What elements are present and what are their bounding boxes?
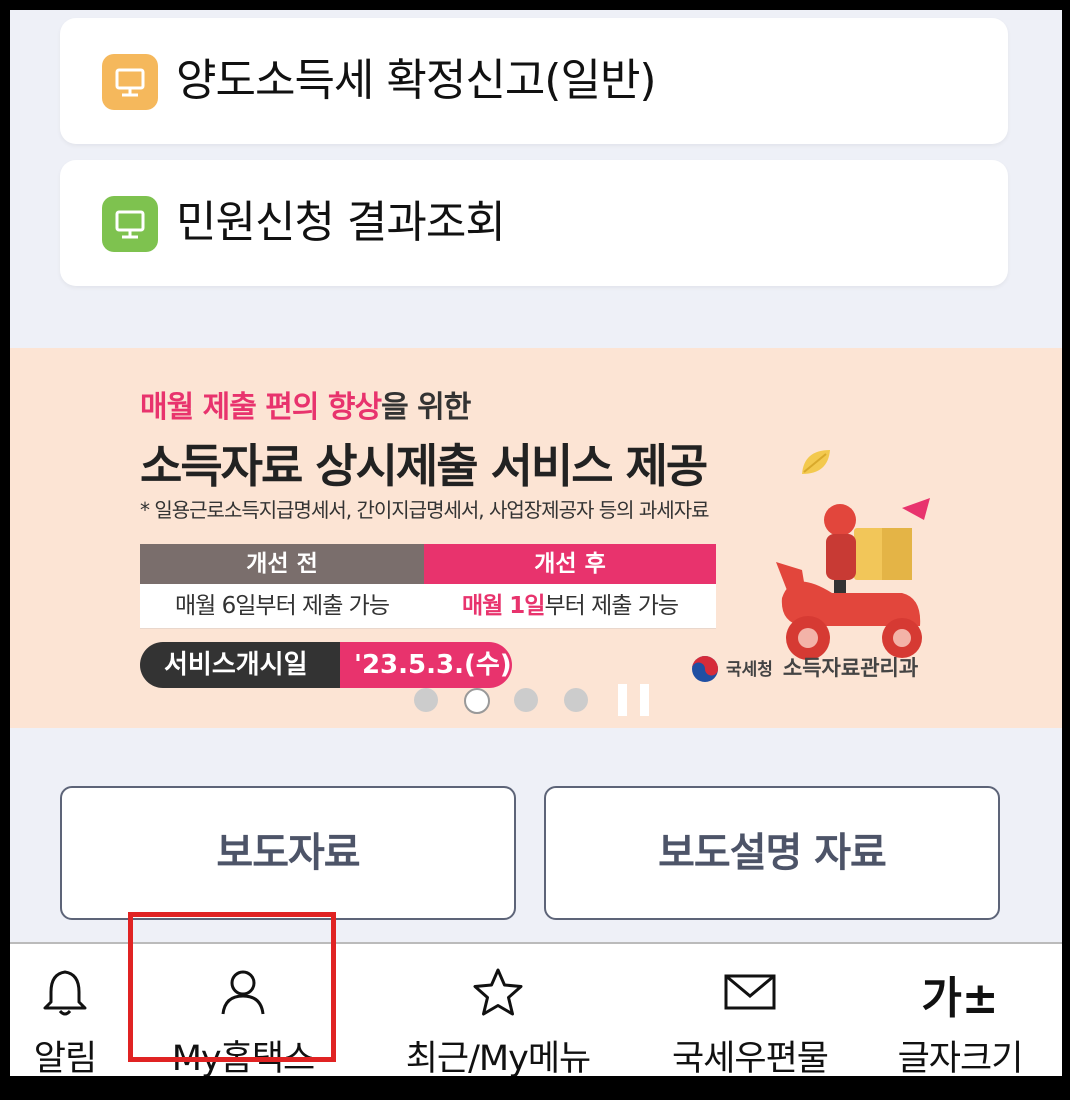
- carousel-dot-4[interactable]: [564, 688, 588, 712]
- banner-title: 소득자료 상시제출 서비스 제공: [140, 439, 708, 493]
- menu-item-label: 양도소득세 확정신고(일반): [176, 55, 657, 106]
- banner-subtitle: 매월 제출 편의 향상을 위한: [140, 390, 471, 425]
- pause-icon-bar: [640, 684, 649, 716]
- nav-label: 알림: [33, 1039, 97, 1076]
- banner-note: * 일용근로소득지급명세서, 간이지급명세서, 사업장제공자 등의 과세자료: [140, 498, 710, 522]
- carousel-dot-1[interactable]: [414, 688, 438, 712]
- carousel-dot-3[interactable]: [514, 688, 538, 712]
- pause-icon: [618, 684, 627, 716]
- nav-label: 국세우편물: [671, 1039, 829, 1076]
- carousel-dot-2[interactable]: [464, 688, 490, 714]
- promo-banner[interactable]: 매월 제출 편의 향상을 위한 소득자료 상시제출 서비스 제공 * 일용근로소…: [10, 348, 1062, 728]
- service-start-label: 서비스개시일: [140, 642, 350, 688]
- after-header: 개선 후: [424, 544, 716, 584]
- monitor-icon: [102, 54, 158, 110]
- envelope-icon: [724, 974, 776, 1010]
- menu-item-capital-gains-tax[interactable]: 양도소득세 확정신고(일반): [60, 18, 1008, 144]
- after-text: 매월 1일부터 제출 가능: [424, 584, 716, 629]
- nav-font-size[interactable]: 가± 글자크기: [890, 944, 1030, 1076]
- agency-logo: 국세청 소득자료관리과: [690, 648, 918, 688]
- bell-icon: [43, 970, 87, 1016]
- menu-item-civil-request-result[interactable]: 민원신청 결과조회: [60, 160, 1008, 286]
- press-explanation-button[interactable]: 보도설명 자료: [544, 786, 1000, 920]
- leaf-icon: [802, 450, 830, 474]
- star-icon: [473, 968, 523, 1016]
- delivery-scooter-illustration: [776, 498, 930, 660]
- nav-recent-my-menu[interactable]: 최근/My메뉴: [398, 944, 598, 1076]
- nav-label: 최근/My메뉴: [405, 1039, 592, 1076]
- nav-notifications[interactable]: 알림: [10, 944, 120, 1076]
- service-start-date: '23.5.3.(수): [340, 642, 512, 688]
- before-text: 매월 6일부터 제출 가능: [140, 584, 424, 629]
- monitor-icon: [102, 196, 158, 252]
- highlight-box: [128, 912, 336, 1062]
- taegeuk-emblem-icon: [692, 656, 718, 682]
- nav-tax-mail[interactable]: 국세우편물: [650, 944, 850, 1076]
- menu-item-label: 민원신청 결과조회: [176, 197, 506, 248]
- nav-label: 글자크기: [897, 1039, 1024, 1076]
- press-release-button[interactable]: 보도자료: [60, 786, 516, 920]
- before-header: 개선 전: [140, 544, 424, 584]
- font-size-icon: 가±: [921, 973, 999, 1024]
